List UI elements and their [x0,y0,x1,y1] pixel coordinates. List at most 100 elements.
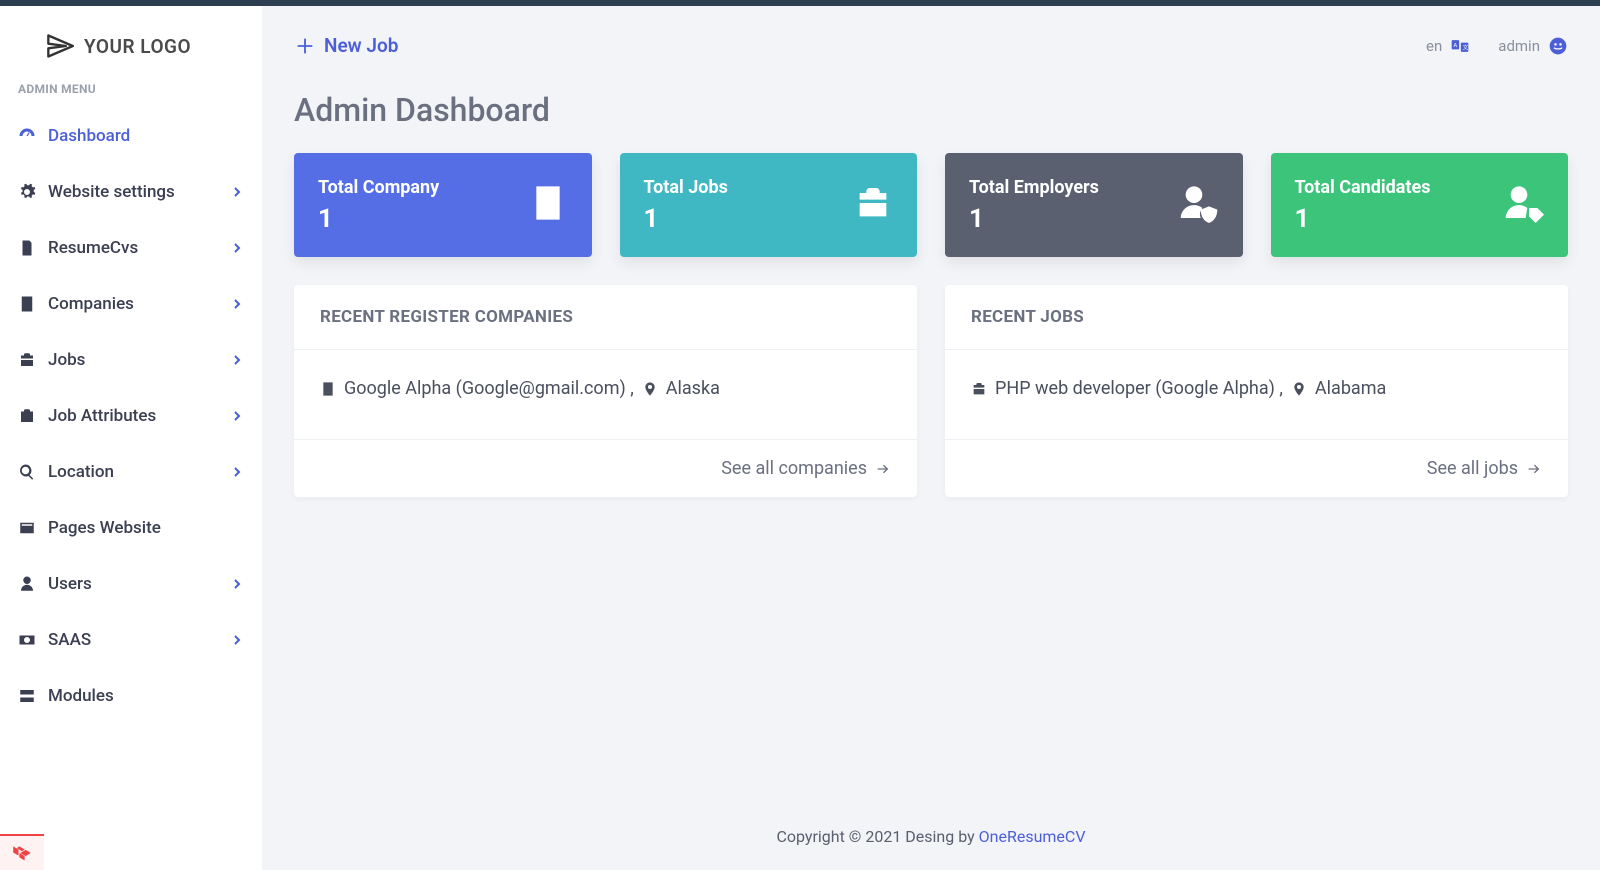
company-name: Google Alpha (Google@gmail.com) , [344,378,634,399]
panel-title: RECENT JOBS [945,285,1568,350]
user-tag-icon [1504,183,1544,227]
new-job-button[interactable]: New Job [294,34,398,57]
job-name: PHP web developer (Google Alpha) , [995,378,1283,399]
content: Admin Dashboard Total Company 1 Total Jo… [262,67,1600,797]
sidebar-item-label: ResumeCvs [48,238,138,258]
sidebar-menu: Dashboard Website settings ResumeCvs [0,108,262,724]
sidebar-item-users[interactable]: Users [0,556,262,612]
chevron-right-icon [232,467,242,477]
sidebar-item-saas[interactable]: SAAS [0,612,262,668]
footer-link[interactable]: OneResumeCV [979,827,1086,846]
sidebar-item-job-attributes[interactable]: Job Attributes [0,388,262,444]
money-icon [18,631,36,649]
document-icon [18,239,36,257]
language-icon: A文 [1450,36,1470,56]
footer-text: Copyright © 2021 Desing by [776,827,978,846]
user-icon [18,575,36,593]
stat-cards: Total Company 1 Total Jobs 1 Total Emplo… [294,153,1568,257]
chevron-right-icon [232,579,242,589]
card-label: Total Employers [969,177,1099,198]
dashboard-icon [18,127,36,145]
language-switcher[interactable]: en A文 [1426,36,1470,56]
search-location-icon [18,463,36,481]
sidebar-item-jobs[interactable]: Jobs [0,332,262,388]
language-label: en [1426,37,1442,55]
panel-recent-companies: RECENT REGISTER COMPANIES Google Alpha (… [294,285,917,497]
panel-footer-label: See all companies [721,458,867,479]
sidebar-item-label: Dashboard [48,126,130,146]
user-label: admin [1498,37,1540,55]
building-icon [18,295,36,313]
sidebar-item-label: Website settings [48,182,175,202]
sidebar-item-label: Location [48,462,114,482]
card-value: 1 [969,204,1099,234]
card-value: 1 [1295,204,1431,234]
sidebar: YOUR LOGO ADMIN MENU Dashboard Website s… [0,6,262,870]
panel-title: RECENT REGISTER COMPANIES [294,285,917,350]
panels: RECENT REGISTER COMPANIES Google Alpha (… [294,285,1568,497]
logo-text: YOUR LOGO [84,35,191,58]
briefcase-icon [971,381,987,397]
card-label: Total Jobs [644,177,728,198]
sidebar-item-modules[interactable]: Modules [0,668,262,724]
page-title: Admin Dashboard [294,91,1568,129]
briefcase-icon [853,183,893,227]
briefcase-plus-icon [18,407,36,425]
chevron-right-icon [232,299,242,309]
sidebar-item-label: Job Attributes [48,406,156,426]
svg-text:A: A [1454,42,1458,48]
building-icon [528,183,568,227]
map-marker-icon [642,381,658,397]
menu-heading: ADMIN MENU [0,82,262,108]
card-label: Total Company [318,177,439,198]
gear-icon [18,183,36,201]
new-job-label: New Job [324,34,398,57]
sidebar-item-pages-website[interactable]: Pages Website [0,500,262,556]
see-all-jobs-link[interactable]: See all jobs [945,439,1568,497]
building-icon [320,381,336,397]
sidebar-item-companies[interactable]: Companies [0,276,262,332]
briefcase-icon [18,351,36,369]
chevron-right-icon [232,635,242,645]
sidebar-item-label: Jobs [48,350,85,370]
chevron-right-icon [232,355,242,365]
map-marker-icon [1291,381,1307,397]
panel-row[interactable]: Google Alpha (Google@gmail.com) , Alaska [294,350,917,439]
sidebar-item-location[interactable]: Location [0,444,262,500]
panel-row[interactable]: PHP web developer (Google Alpha) , Alaba… [945,350,1568,439]
card-value: 1 [318,204,439,234]
card-total-jobs[interactable]: Total Jobs 1 [620,153,918,257]
sidebar-item-label: Users [48,574,92,594]
card-total-candidates[interactable]: Total Candidates 1 [1271,153,1569,257]
sidebar-item-website-settings[interactable]: Website settings [0,164,262,220]
modules-icon [18,687,36,705]
laravel-badge[interactable] [0,834,44,870]
sidebar-item-label: SAAS [48,630,91,650]
arrow-right-icon [875,461,891,477]
logo[interactable]: YOUR LOGO [0,24,262,82]
sidebar-item-label: Pages Website [48,518,161,538]
svg-text:文: 文 [1463,43,1469,51]
see-all-companies-link[interactable]: See all companies [294,439,917,497]
card-label: Total Candidates [1295,177,1431,198]
chevron-right-icon [232,187,242,197]
user-shield-icon [1179,183,1219,227]
sidebar-item-resumecvs[interactable]: ResumeCvs [0,220,262,276]
laravel-icon [11,842,33,864]
card-value: 1 [644,204,728,234]
panel-recent-jobs: RECENT JOBS PHP web developer (Google Al… [945,285,1568,497]
plus-icon [294,35,316,57]
sidebar-item-label: Companies [48,294,134,314]
card-total-company[interactable]: Total Company 1 [294,153,592,257]
page-icon [18,519,36,537]
sidebar-item-dashboard[interactable]: Dashboard [0,108,262,164]
paper-plane-icon [46,32,74,60]
arrow-right-icon [1526,461,1542,477]
panel-footer-label: See all jobs [1427,458,1518,479]
header-right: en A文 admin [1426,36,1568,56]
company-location: Alaska [666,378,720,399]
card-total-employers[interactable]: Total Employers 1 [945,153,1243,257]
job-location: Alabama [1315,378,1386,399]
header: New Job en A文 admin [262,6,1600,67]
user-menu[interactable]: admin [1498,36,1568,56]
